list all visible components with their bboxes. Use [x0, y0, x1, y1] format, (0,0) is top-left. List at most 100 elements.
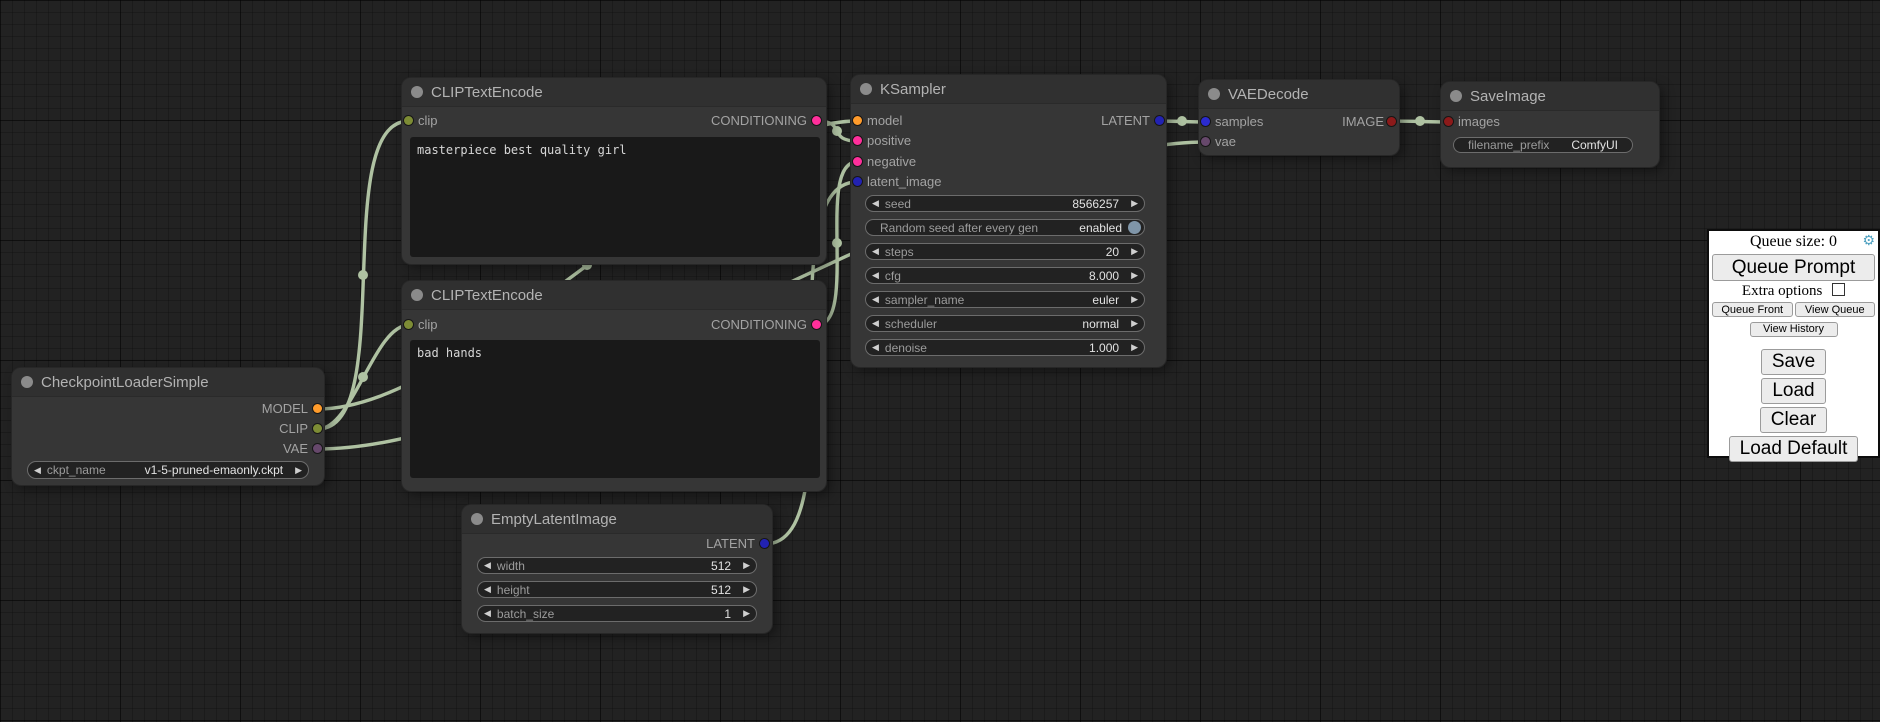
increment-arrow-icon[interactable]: ▶: [1125, 196, 1144, 211]
view-history-button[interactable]: View History: [1750, 322, 1838, 337]
node-title: VAEDecode: [1228, 86, 1309, 103]
widget-seed[interactable]: ◀ seed 8566257 ▶: [865, 195, 1145, 212]
widget-width[interactable]: ◀ width 512 ▶: [477, 557, 757, 574]
increment-arrow-icon[interactable]: ▶: [1125, 316, 1144, 331]
input-label: clip: [418, 317, 438, 333]
input-label: model: [867, 113, 902, 129]
widget-batch-size[interactable]: ◀ batch_size 1 ▶: [477, 605, 757, 622]
widget-random-seed-toggle[interactable]: Random seed after every gen enabled: [865, 219, 1145, 236]
node-clip-text-encode-positive[interactable]: CLIPTextEncode clip CONDITIONING masterp…: [402, 78, 826, 264]
collapse-dot-icon[interactable]: [411, 86, 423, 98]
decrement-arrow-icon[interactable]: ◀: [866, 196, 885, 211]
node-ksampler[interactable]: KSampler model positive negative latent_…: [851, 75, 1166, 367]
input-port-latent-image[interactable]: [853, 177, 862, 186]
widget-label: steps: [885, 245, 914, 259]
input-port-images[interactable]: [1444, 117, 1453, 126]
widget-sampler-name[interactable]: ◀ sampler_name euler ▶: [865, 291, 1145, 308]
increment-arrow-icon[interactable]: ▶: [1125, 340, 1144, 355]
prompt-textarea[interactable]: masterpiece best quality girl: [410, 137, 820, 257]
widget-label: width: [497, 559, 525, 573]
output-label: VAE: [283, 441, 308, 457]
queue-size-label: Queue size: 0: [1750, 233, 1837, 250]
decrement-arrow-icon[interactable]: ◀: [28, 463, 47, 478]
widget-value: 512: [711, 583, 731, 597]
widget-denoise[interactable]: ◀ denoise 1.000 ▶: [865, 339, 1145, 356]
settings-gear-icon[interactable]: ⚙: [1862, 233, 1875, 251]
node-titlebar[interactable]: EmptyLatentImage: [462, 505, 772, 534]
clear-button[interactable]: Clear: [1760, 407, 1827, 433]
collapse-dot-icon[interactable]: [411, 289, 423, 301]
widget-filename-prefix[interactable]: filename_prefix ComfyUI: [1453, 137, 1633, 153]
node-save-image[interactable]: SaveImage images filename_prefix ComfyUI: [1441, 82, 1659, 167]
widget-steps[interactable]: ◀ steps 20 ▶: [865, 243, 1145, 260]
input-port-positive[interactable]: [853, 136, 862, 145]
decrement-arrow-icon[interactable]: ◀: [478, 606, 497, 621]
input-port-samples[interactable]: [1201, 117, 1210, 126]
output-port-latent[interactable]: [1155, 116, 1164, 125]
decrement-arrow-icon[interactable]: ◀: [866, 316, 885, 331]
decrement-arrow-icon[interactable]: ◀: [866, 340, 885, 355]
prompt-textarea[interactable]: bad hands: [410, 340, 820, 478]
load-default-button[interactable]: Load Default: [1729, 436, 1859, 462]
output-label: MODEL: [262, 401, 308, 417]
increment-arrow-icon[interactable]: ▶: [1125, 292, 1144, 307]
increment-arrow-icon[interactable]: ▶: [1125, 244, 1144, 259]
decrement-arrow-icon[interactable]: ◀: [866, 292, 885, 307]
widget-value: normal: [1082, 317, 1119, 331]
input-port-vae[interactable]: [1201, 137, 1210, 146]
collapse-dot-icon[interactable]: [1450, 90, 1462, 102]
increment-arrow-icon[interactable]: ▶: [1125, 268, 1144, 283]
collapse-dot-icon[interactable]: [1208, 88, 1220, 100]
node-empty-latent-image[interactable]: EmptyLatentImage LATENT ◀ width 512 ▶ ◀ …: [462, 505, 772, 633]
save-button[interactable]: Save: [1761, 349, 1826, 375]
output-port-clip[interactable]: [313, 424, 322, 433]
view-queue-button[interactable]: View Queue: [1795, 302, 1876, 317]
output-port-conditioning[interactable]: [812, 320, 821, 329]
node-clip-text-encode-negative[interactable]: CLIPTextEncode clip CONDITIONING bad han…: [402, 281, 826, 491]
decrement-arrow-icon[interactable]: ◀: [478, 582, 497, 597]
widget-cfg[interactable]: ◀ cfg 8.000 ▶: [865, 267, 1145, 284]
input-port-model[interactable]: [853, 116, 862, 125]
decrement-arrow-icon[interactable]: ◀: [478, 558, 497, 573]
input-port-clip[interactable]: [404, 116, 413, 125]
widget-label: batch_size: [497, 607, 554, 621]
input-port-negative[interactable]: [853, 157, 862, 166]
collapse-dot-icon[interactable]: [860, 83, 872, 95]
output-port-vae[interactable]: [313, 444, 322, 453]
widget-scheduler[interactable]: ◀ scheduler normal ▶: [865, 315, 1145, 332]
node-titlebar[interactable]: CLIPTextEncode: [402, 78, 826, 107]
node-checkpoint-loader[interactable]: CheckpointLoaderSimple MODEL CLIP VAE ◀ …: [12, 368, 324, 485]
node-titlebar[interactable]: CheckpointLoaderSimple: [12, 368, 324, 397]
output-port-image[interactable]: [1387, 117, 1396, 126]
widget-value: ComfyUI: [1571, 138, 1618, 152]
decrement-arrow-icon[interactable]: ◀: [866, 268, 885, 283]
queue-prompt-button[interactable]: Queue Prompt: [1712, 254, 1875, 281]
input-label: clip: [418, 113, 438, 129]
increment-arrow-icon[interactable]: ▶: [737, 582, 756, 597]
output-port-model[interactable]: [313, 404, 322, 413]
load-button[interactable]: Load: [1761, 378, 1825, 404]
input-label: positive: [867, 133, 911, 149]
node-titlebar[interactable]: VAEDecode: [1199, 80, 1399, 109]
node-titlebar[interactable]: CLIPTextEncode: [402, 281, 826, 310]
widget-ckpt-name[interactable]: ◀ ckpt_name v1-5-pruned-emaonly.ckpt ▶: [27, 461, 309, 479]
node-titlebar[interactable]: KSampler: [851, 75, 1166, 104]
node-vae-decode[interactable]: VAEDecode samples vae IMAGE: [1199, 80, 1399, 155]
node-titlebar[interactable]: SaveImage: [1441, 82, 1659, 111]
widget-label: height: [497, 583, 530, 597]
output-port-latent[interactable]: [760, 539, 769, 548]
widget-height[interactable]: ◀ height 512 ▶: [477, 581, 757, 598]
increment-arrow-icon[interactable]: ▶: [737, 606, 756, 621]
collapse-dot-icon[interactable]: [21, 376, 33, 388]
decrement-arrow-icon[interactable]: ◀: [866, 244, 885, 259]
link-midpoint-dot: [832, 126, 842, 136]
extra-options-checkbox[interactable]: [1832, 283, 1845, 296]
collapse-dot-icon[interactable]: [471, 513, 483, 525]
queue-front-button[interactable]: Queue Front: [1712, 302, 1793, 317]
input-port-clip[interactable]: [404, 320, 413, 329]
increment-arrow-icon[interactable]: ▶: [289, 463, 308, 478]
toggle-dot-icon[interactable]: [1128, 221, 1141, 234]
output-port-conditioning[interactable]: [812, 116, 821, 125]
link-midpoint-dot: [358, 372, 368, 382]
increment-arrow-icon[interactable]: ▶: [737, 558, 756, 573]
